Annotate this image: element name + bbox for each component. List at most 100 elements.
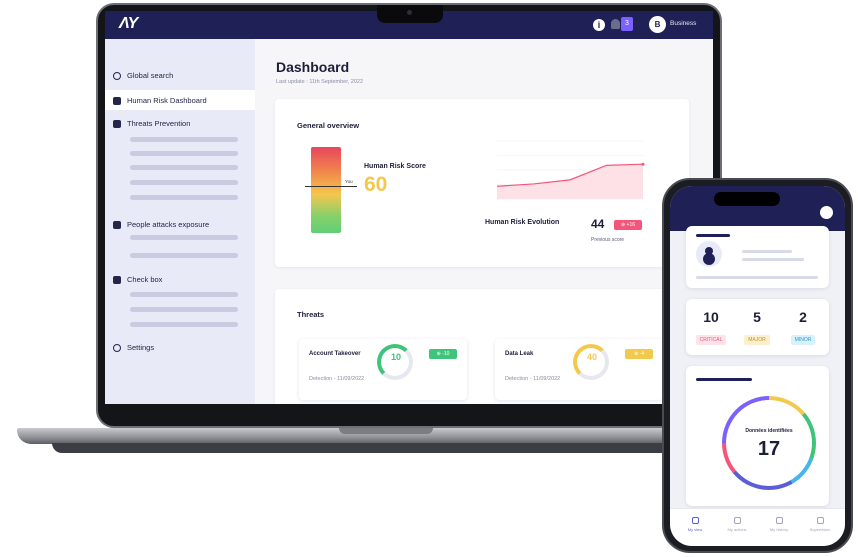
profile-card[interactable] [686, 226, 829, 288]
sidebar-item-label: Threats Prevention [127, 119, 191, 128]
sidebar-item-label: People attacks exposure [127, 220, 210, 229]
sidebar: Global search Human Risk Dashboard Threa… [105, 39, 255, 404]
tab-label: Supervision [809, 527, 831, 532]
evolution-label: Human Risk Evolution [485, 219, 560, 226]
previous-score-value: 44 [591, 217, 605, 231]
view-icon [691, 517, 699, 524]
threat-card-account-takeover[interactable]: Account Takeover 10 ⊕ -10 Detection - 11… [299, 339, 467, 400]
severity-critical[interactable]: 10 CRITICAL [688, 309, 734, 346]
threat-score-ring [573, 344, 609, 380]
tab-label: My view [687, 527, 703, 532]
tab-my-actions[interactable]: My actions [718, 517, 756, 532]
threat-name: Account Takeover [309, 351, 361, 357]
phone-tab-bar: My view My actions My history Supervisio… [670, 508, 845, 546]
identified-data-card[interactable]: Données identifiées 17 [686, 366, 829, 506]
skeleton-line [742, 258, 804, 261]
threats-card: Threats Account Takeover 10 ⊕ -10 Detect… [275, 289, 689, 404]
skeleton-line [130, 292, 238, 297]
bell-icon[interactable] [611, 19, 620, 29]
card-title: Threats [297, 310, 325, 319]
delta-text: +16 [626, 222, 636, 228]
account-name[interactable]: Business [670, 20, 696, 27]
people-icon [113, 220, 121, 229]
threat-score-ring [377, 344, 413, 380]
sidebar-item-people-attacks-exposure[interactable]: People attacks exposure [113, 220, 209, 229]
risk-evolution-chart [496, 140, 645, 200]
sidebar-item-threats-prevention[interactable]: Threats Prevention [113, 119, 190, 128]
general-overview-card: General overview You Human Risk Score 60… [275, 99, 689, 267]
sidebar-item-label: Check box [127, 275, 163, 284]
threat-score: 40 [586, 352, 597, 362]
avatar[interactable]: B [649, 16, 666, 33]
threat-detection-date: Detection - 11/09/2022 [505, 376, 561, 382]
last-update: Last update : 11th September, 2022 [276, 79, 364, 85]
user-icon [696, 241, 722, 267]
skeleton-line [130, 307, 238, 312]
sidebar-item-check-box[interactable]: Check box [113, 275, 162, 284]
phone-screen: 10 CRITICAL 5 MAJOR 2 MINOR Données iden… [670, 186, 845, 546]
dynamic-island [714, 192, 780, 206]
gauge-marker [305, 186, 357, 187]
laptop-base-notch [339, 428, 433, 434]
sidebar-item-settings[interactable]: Settings [113, 343, 154, 352]
brand-logo[interactable]: ΛY [119, 15, 138, 33]
tab-label: My history [769, 527, 789, 532]
search-icon [113, 71, 121, 80]
score-delta-badge: ⊕ +16 [614, 220, 642, 230]
severity-major[interactable]: 5 MAJOR [734, 309, 780, 346]
identified-data-donut: Données identifiées 17 [722, 396, 816, 490]
card-title: General overview [297, 121, 360, 130]
skeleton-line [696, 378, 752, 381]
supervision-icon [816, 517, 824, 524]
profile-icon[interactable] [820, 206, 833, 219]
skeleton-line [742, 250, 792, 253]
tab-my-history[interactable]: My history [760, 517, 798, 532]
list-icon [113, 119, 121, 128]
area-fill [497, 164, 643, 199]
sidebar-item-label: Global search [127, 71, 174, 80]
skeleton-line [696, 276, 818, 279]
previous-score-label: Previous score [591, 237, 625, 243]
gear-icon [113, 343, 121, 352]
main-content: Dashboard Last update : 11th September, … [255, 39, 713, 404]
laptop-notch [377, 5, 443, 23]
threat-score: 10 [390, 352, 401, 362]
notification-badge[interactable]: 3 [621, 17, 633, 31]
threat-name: Data Leak [505, 351, 534, 357]
severity-count: 2 [799, 309, 807, 325]
threat-detection-date: Detection - 11/09/2022 [309, 376, 365, 382]
sidebar-item-human-risk-dashboard[interactable]: Human Risk Dashboard [113, 96, 207, 105]
skeleton-line [130, 322, 238, 327]
info-icon[interactable]: i [593, 19, 605, 31]
severity-count: 5 [753, 309, 761, 325]
skeleton-line [130, 165, 238, 170]
phone-header [670, 186, 845, 231]
severity-label: CRITICAL [695, 335, 727, 345]
threat-delta: -10 [442, 351, 450, 357]
threat-delta-badge: ⊕ -4 [625, 349, 653, 359]
tab-my-view[interactable]: My view [676, 517, 714, 532]
gauge-you-label: You [345, 179, 353, 184]
severity-label: MAJOR [744, 335, 770, 345]
laptop-screen: ΛY i 3 B Business Global search Human Ri… [105, 11, 713, 404]
donut-label: Données identifiées [745, 428, 793, 434]
sidebar-item-label: Human Risk Dashboard [127, 96, 207, 105]
severity-card: 10 CRITICAL 5 MAJOR 2 MINOR [686, 299, 829, 355]
laptop-feet [52, 443, 694, 453]
lightbulb-icon [733, 517, 741, 524]
risk-gauge [311, 147, 341, 233]
skeleton-line [130, 151, 238, 156]
sidebar-item-global-search[interactable]: Global search [113, 71, 173, 80]
severity-minor[interactable]: 2 MINOR [780, 309, 826, 346]
sidebar-item-label: Settings [127, 343, 155, 352]
tab-label: My actions [727, 527, 747, 532]
severity-label: MINOR [790, 335, 816, 345]
device-mockup: ΛY i 3 B Business Global search Human Ri… [0, 0, 858, 557]
donut-value: 17 [757, 438, 781, 460]
tab-supervision[interactable]: Supervision [801, 517, 839, 532]
severity-count: 10 [703, 309, 719, 325]
skeleton-line [696, 234, 730, 237]
threat-card-data-leak[interactable]: Data Leak 40 ⊕ -4 Detection - 11/09/2022 [495, 339, 663, 400]
bookmark-icon [775, 517, 783, 524]
skeleton-line [130, 180, 238, 185]
